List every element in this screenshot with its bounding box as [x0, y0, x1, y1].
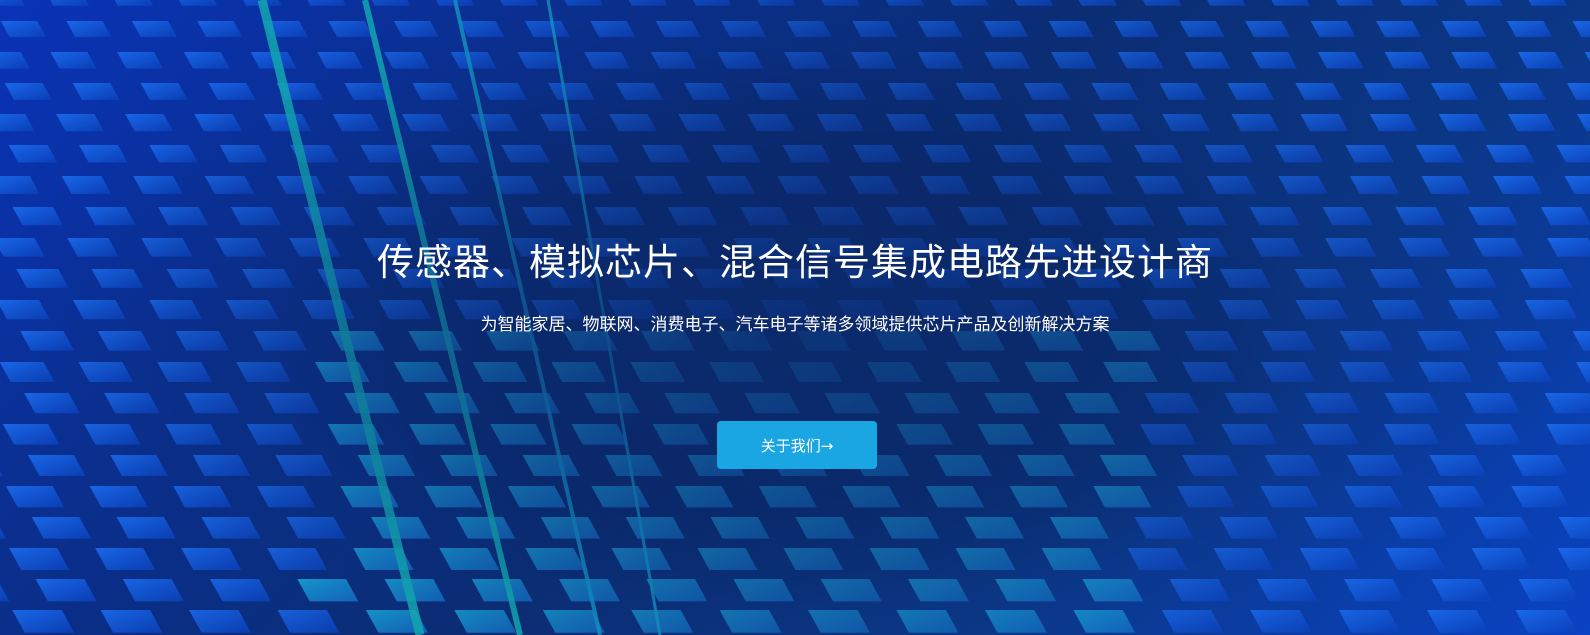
- about-us-button[interactable]: 关于我们→: [717, 421, 877, 469]
- hero-content: 传感器、模拟芯片、混合信号集成电路先进设计商 为智能家居、物联网、消费电子、汽车…: [0, 0, 1590, 635]
- hero-banner: 传感器、模拟芯片、混合信号集成电路先进设计商 为智能家居、物联网、消费电子、汽车…: [0, 0, 1590, 635]
- hero-subtitle: 为智能家居、物联网、消费电子、汽车电子等诸多领域提供芯片产品及创新解决方案: [480, 315, 1110, 335]
- hero-title: 传感器、模拟芯片、混合信号集成电路先进设计商: [377, 241, 1213, 284]
